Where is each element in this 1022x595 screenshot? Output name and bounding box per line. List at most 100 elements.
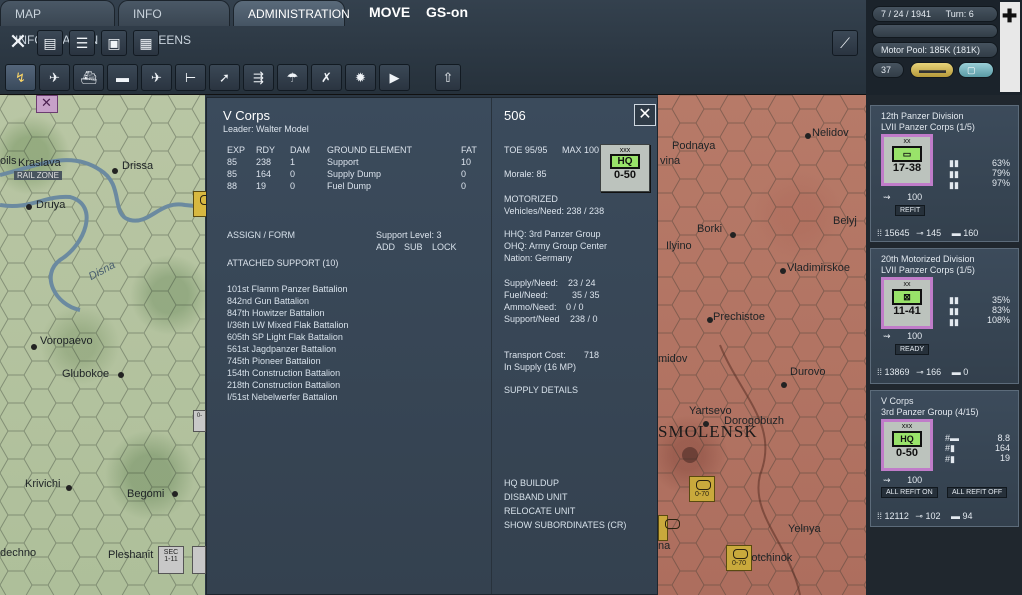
element-name: Support (327, 157, 359, 167)
map-city-smolensk: SMOLENSK (658, 422, 758, 441)
sub-support-button[interactable]: SUB (404, 242, 423, 252)
air-transport-icon[interactable]: ➚ (209, 64, 240, 91)
lock-support-button[interactable]: LOCK (432, 242, 457, 252)
paradrop-icon[interactable]: ☂ (277, 64, 308, 91)
transport-icon[interactable]: ▬ (107, 64, 138, 91)
relocate-unit-button[interactable]: RELOCATE UNIT (504, 506, 575, 516)
unit-card[interactable]: V Corps 3rd Panzer Group (4/15) xxx HQ 0… (870, 390, 1019, 527)
gun-icon: ⊸ (916, 367, 924, 377)
toolbar-row-2: ↯ ✈ ⛴ ▬ ✈ ⊢ ➚ ⇶ ☂ ✗ ✹ ▶ ⇧ (5, 64, 461, 91)
element-exp: 88 (227, 181, 238, 191)
recon-icon[interactable]: ✗ (311, 64, 342, 91)
gun-value: 102 (925, 511, 941, 521)
map-unit[interactable] (658, 515, 680, 541)
map-unit[interactable]: 0- (193, 410, 206, 432)
map-town: Glubokoe (62, 368, 110, 380)
all-refit-off-button[interactable]: ALL REFIT OFF (947, 487, 1008, 498)
tank-value: 94 (962, 511, 973, 521)
disband-unit-button[interactable]: DISBAND UNIT (504, 492, 568, 502)
advance-icon[interactable]: ▶ (379, 64, 410, 91)
air-strike-icon[interactable]: ✈ (141, 64, 172, 91)
counter-size-label: xxx (901, 423, 913, 430)
ohq-link[interactable]: OHQ: Army Group Center (504, 241, 607, 251)
show-subordinates-button[interactable]: SHOW SUBORDINATES (CR) (504, 520, 626, 530)
pen-icon[interactable]: ⟋ (832, 30, 858, 56)
unit-card[interactable]: 12th Panzer Division LVII Panzer Corps (… (870, 105, 1019, 242)
battalion-item[interactable]: 561st Jagdpanzer Battalion (227, 344, 336, 354)
assign-form-link[interactable]: ASSIGN / FORM (227, 230, 295, 240)
unit-detail-popup: V Corps Leader: Walter Model EXP RDY DAM… (206, 97, 658, 595)
naval-icon[interactable]: ⛴ (73, 64, 104, 91)
save-icon[interactable]: ▣ (101, 30, 127, 56)
unit-strength-label: 0- (196, 413, 203, 419)
air-icon[interactable]: ✈ (39, 64, 70, 91)
counter-strength-label: 11-41 (893, 305, 921, 317)
tab-map-information[interactable]: MAP INFORMATION (0, 0, 115, 47)
map-unit[interactable]: 0-70 (689, 476, 715, 502)
battalion-item[interactable]: 847th Howitzer Battalion (227, 308, 325, 318)
vehicles-label: Vehicles/Need: 238 / 238 (504, 206, 605, 216)
battalion-item[interactable]: 605th SP Light Flak Battalion (227, 332, 343, 342)
counter-size-label: xxx (619, 147, 631, 154)
corps-leader[interactable]: Leader: Walter Model (223, 124, 309, 134)
date-label: 7 / 24 / 1941 (881, 9, 932, 19)
ground-move-icon[interactable]: ↯ (5, 64, 36, 91)
tab-administration[interactable]: ADMINISTRATION (233, 0, 350, 26)
supply-details-link[interactable]: SUPPLY DETAILS (504, 385, 578, 395)
close-button[interactable]: ✕ (634, 104, 656, 126)
town-dot (805, 133, 811, 139)
element-dam: 0 (290, 169, 296, 179)
battalion-item[interactable]: 101st Flamm Panzer Battalion (227, 284, 348, 294)
battalion-item[interactable]: 842nd Gun Battalion (227, 296, 309, 306)
tab-info-screens[interactable]: INFO SCREENS (118, 0, 230, 47)
map-unit[interactable]: 0-70 (726, 545, 752, 571)
bombard-icon[interactable]: ✹ (345, 64, 376, 91)
map-unit-enemy[interactable] (36, 95, 58, 113)
add-support-button[interactable]: ADD (376, 242, 395, 252)
hq-counter[interactable]: xxx HQ 0-50 (600, 144, 650, 192)
element-fat: 0 (461, 169, 467, 179)
col-header-exp: EXP (227, 145, 246, 155)
battalion-item[interactable]: 154th Construction Battalion (227, 368, 340, 378)
battalion-item[interactable]: I/51st Nebelwerfer Battalion (227, 392, 338, 402)
element-rdy: 164 (256, 169, 272, 179)
fatigue-value: 100 (907, 475, 923, 485)
element-rdy: 19 (256, 181, 267, 191)
unit-counter[interactable]: xx ▭ 17-38 (881, 134, 933, 186)
mode-gs-label[interactable]: GS-on (426, 4, 468, 20)
grid-icon[interactable]: ▦ (133, 30, 159, 56)
unit-counter[interactable]: xx ⊠ 11-41 (881, 277, 933, 329)
battalion-item[interactable]: I/36th LW Mixed Flak Battalion (227, 320, 348, 330)
battalion-item[interactable]: 745th Pioneer Battalion (227, 356, 321, 366)
max-label: MAX 100 (562, 145, 600, 155)
score-pill[interactable]: ▬▬▬ (910, 62, 954, 78)
list-icon[interactable]: ☰ (69, 30, 95, 56)
rail-icon[interactable]: ⊢ (175, 64, 206, 91)
strength-row: ⁞⁞ 12112 ⊸ 102 ▬ 94 (877, 511, 973, 522)
men-icon: ⁞⁞ (877, 511, 883, 521)
element-rdy: 238 (256, 157, 272, 167)
hhq-link[interactable]: HHQ: 3rd Panzer Group (504, 229, 601, 239)
unit-card[interactable]: 20th Motorized Division LVII Panzer Corp… (870, 248, 1019, 384)
ready-button[interactable]: READY (895, 344, 930, 355)
mode-move-label[interactable]: MOVE (369, 4, 410, 20)
map-town: Druya (36, 199, 66, 211)
toggle-pill[interactable]: ▢ (958, 62, 994, 78)
map-town: Durovo (790, 366, 826, 378)
map-town: oils (0, 155, 17, 167)
gun-icon: ⊸ (916, 228, 924, 238)
unit-counter[interactable]: xxx HQ 0-50 (881, 419, 933, 471)
map-unit-security[interactable] (192, 546, 206, 574)
supply-icon[interactable]: ⇶ (243, 64, 274, 91)
map-unit-security[interactable]: SEC 1-11 (158, 546, 184, 574)
all-refit-on-button[interactable]: ALL REFIT ON (881, 487, 938, 498)
close-icon[interactable]: ✕ (5, 30, 31, 56)
stat-value: 8.8 (997, 433, 1010, 443)
hq-buildup-button[interactable]: HQ BUILDUP (504, 478, 559, 488)
toolbar-row-1: ✕ ▤ ☰ ▣ ▦ (5, 30, 159, 56)
battalion-item[interactable]: 218th Construction Battalion (227, 380, 340, 390)
upload-icon[interactable]: ⇧ (435, 64, 461, 91)
panzer-symbol-icon: ▭ (892, 146, 922, 162)
unit-list-icon[interactable]: ▤ (37, 30, 63, 56)
refit-button[interactable]: REFIT (895, 205, 926, 216)
